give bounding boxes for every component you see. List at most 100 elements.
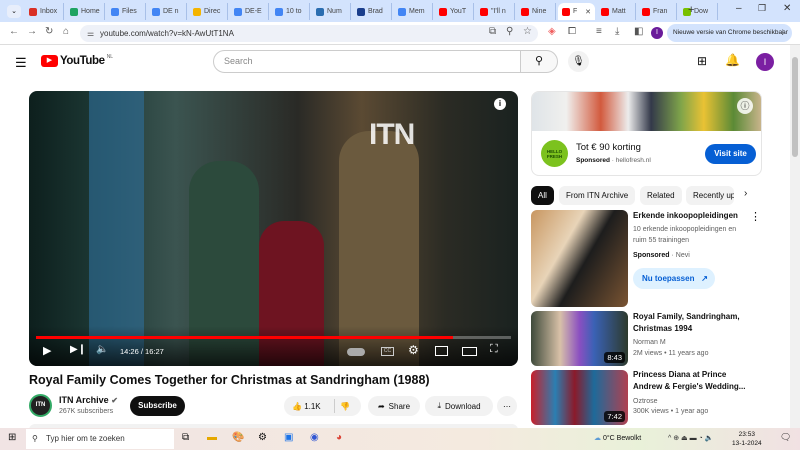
channel-avatar[interactable]: ITN xyxy=(29,394,52,417)
windows-start-icon[interactable]: ⊞ xyxy=(8,432,16,443)
file-explorer-icon[interactable]: ▬ xyxy=(207,432,217,443)
page-scrollbar[interactable] xyxy=(790,45,800,428)
ad2-title[interactable]: Erkende inkoopopleidingen xyxy=(633,210,738,222)
browser-tab[interactable]: Dow xyxy=(679,3,718,20)
chip-all[interactable]: All xyxy=(531,186,554,205)
bookmark-star-icon[interactable]: ☆ xyxy=(523,26,532,37)
reload-icon[interactable]: ↻ xyxy=(45,26,53,37)
youtube-logo[interactable]: ▶ YouTube NL xyxy=(41,54,113,67)
new-tab-button[interactable]: + xyxy=(688,4,694,16)
dislike-button[interactable]: 👎 xyxy=(340,402,350,411)
search-button[interactable]: ⚲ xyxy=(520,50,558,73)
extension-icon[interactable]: ◈ xyxy=(548,26,556,37)
settings-gear-icon[interactable]: ⚙ xyxy=(408,343,419,357)
video-player[interactable]: ITN i ▶ ▶❙ 🔈 14:26 / 16:27 CC ⚙ ⛶ xyxy=(29,91,518,366)
chip-recently-uploaded[interactable]: Recently up xyxy=(686,186,734,205)
download-button[interactable]: ⤓ Download xyxy=(425,396,493,416)
play-icon[interactable]: ▶ xyxy=(43,344,51,357)
rec-title[interactable]: Princess Diana at Prince Andrew & Fergie… xyxy=(633,369,748,393)
system-tray-icons[interactable]: ^ ⊕ ⏏ ▬ ◔ 🔈 xyxy=(668,434,713,442)
profile-avatar[interactable]: I xyxy=(651,27,663,39)
back-icon[interactable]: ← xyxy=(9,26,19,37)
notifications-bell-icon[interactable]: 🔔 xyxy=(725,53,740,67)
extensions-puzzle-icon[interactable]: ⧠ xyxy=(568,26,576,37)
clock[interactable]: 23:53 13-1-2024 xyxy=(732,430,762,448)
captions-icon[interactable]: CC xyxy=(381,347,394,356)
fullscreen-icon[interactable]: ⛶ xyxy=(490,343,498,356)
theater-mode-icon[interactable] xyxy=(462,347,477,356)
browser-tab[interactable]: Nine xyxy=(517,3,556,20)
chrome-icon[interactable]: ◕ xyxy=(336,432,342,443)
close-tab-icon[interactable]: ✕ xyxy=(585,8,591,16)
task-view-icon[interactable]: ⧉ xyxy=(182,432,189,443)
restore-button[interactable]: ❐ xyxy=(758,3,766,14)
account-avatar[interactable]: I xyxy=(756,53,774,71)
video-thumbnail[interactable]: 8:43 xyxy=(531,311,628,366)
browser-tab[interactable]: Matt xyxy=(597,3,636,20)
download-icon[interactable]: ⤓ xyxy=(615,26,619,37)
tab-search-button[interactable]: ⌄ xyxy=(7,5,21,18)
chrome-update-button[interactable]: Nieuwe versie van Chrome beschikbaar ⋮ xyxy=(667,24,792,42)
notifications-icon[interactable]: 🗨 xyxy=(780,432,791,443)
browser-tab[interactable]: Mem xyxy=(394,3,433,20)
weather-widget[interactable]: ☁ 0°C Bewolkt xyxy=(594,434,641,442)
forward-icon[interactable]: → xyxy=(27,26,37,37)
site-info-icon[interactable]: ⚌ xyxy=(87,25,94,42)
next-icon[interactable]: ▶❙ xyxy=(70,344,86,355)
ad-thumbnail[interactable] xyxy=(531,210,628,307)
open-in-app-icon[interactable]: ⧉ xyxy=(489,26,496,37)
minimize-button[interactable]: – xyxy=(736,3,742,14)
voice-search-icon[interactable]: 🎙 xyxy=(568,51,589,72)
browser-tab[interactable]: YouT xyxy=(435,3,474,20)
rec-title[interactable]: Royal Family, Sandringham, Christmas 199… xyxy=(633,311,748,335)
photos-icon[interactable]: ▣ xyxy=(284,432,293,443)
more-actions-button[interactable]: ⋯ xyxy=(497,396,517,416)
app-icon[interactable]: ◉ xyxy=(310,432,319,443)
paint-icon[interactable]: 🎨 xyxy=(232,432,244,443)
ad-info-icon[interactable]: ⓘ xyxy=(737,98,753,114)
video-thumbnail[interactable]: 7:42 xyxy=(531,370,628,425)
search-input[interactable]: Search xyxy=(213,50,521,73)
share-button[interactable]: ➦ Share xyxy=(368,396,420,416)
side-panel-icon[interactable]: ◧ xyxy=(634,26,643,37)
browser-tab[interactable]: DE n xyxy=(148,3,187,20)
settings-icon[interactable]: ⚙ xyxy=(258,432,267,443)
create-video-icon[interactable]: ⊞ xyxy=(697,54,707,68)
hamburger-menu-icon[interactable]: ☰ xyxy=(15,55,27,71)
hellofresh-ad[interactable]: ⓘ HELLO FRESH Tot € 90 korting Sponsored… xyxy=(531,91,762,176)
nu-toepassen-button[interactable]: Nu toepassen ↗ xyxy=(633,268,715,289)
taskbar-search-input[interactable]: ⚲ Typ hier om te zoeken xyxy=(26,429,174,449)
browser-tab[interactable]: Num xyxy=(312,3,351,20)
browser-tab[interactable]: Fran xyxy=(638,3,677,20)
tab-favicon xyxy=(439,7,447,16)
like-button[interactable]: 👍 1.1K xyxy=(292,402,321,411)
ad-banner-image xyxy=(532,92,761,131)
channel-name[interactable]: ITN Archive ✔ xyxy=(59,395,118,405)
more-options-icon[interactable]: ⋮ xyxy=(750,210,761,223)
media-control-icon[interactable]: ≡ xyxy=(596,26,602,37)
autoplay-toggle[interactable] xyxy=(347,348,365,356)
zoom-icon[interactable]: ⚲ xyxy=(506,26,513,37)
chip-related[interactable]: Related xyxy=(640,186,682,205)
subscribe-button[interactable]: Subscribe xyxy=(130,396,185,416)
chip-from-itn-archive[interactable]: From ITN Archive xyxy=(559,186,636,205)
browser-tab[interactable]: Brad xyxy=(353,3,392,20)
progress-bar[interactable] xyxy=(36,336,511,339)
address-bar[interactable]: ⚌ youtube.com/watch?v=kN-AwUtT1NA xyxy=(80,25,538,42)
volume-icon[interactable]: 🔈 xyxy=(96,344,108,355)
rec-channel[interactable]: Norman M xyxy=(633,337,666,348)
info-icon[interactable]: i xyxy=(494,98,506,110)
visit-site-button[interactable]: Visit site xyxy=(705,144,756,164)
chevron-right-icon[interactable]: › xyxy=(744,188,747,199)
browser-tab[interactable]: Home xyxy=(66,3,105,20)
miniplayer-icon[interactable] xyxy=(435,346,448,356)
browser-tab[interactable]: F ✕ xyxy=(558,3,595,20)
close-window-button[interactable]: ✕ xyxy=(783,3,791,14)
browser-tab[interactable]: "I'll n xyxy=(476,3,515,20)
browser-tab[interactable]: Files xyxy=(107,3,146,20)
browser-tab[interactable]: Direc xyxy=(189,3,228,20)
browser-tab[interactable]: Inbox xyxy=(25,3,64,20)
home-icon[interactable]: ⌂ xyxy=(63,26,69,37)
browser-tab[interactable]: DE-E xyxy=(230,3,269,20)
browser-tab[interactable]: 10 to xyxy=(271,3,310,20)
